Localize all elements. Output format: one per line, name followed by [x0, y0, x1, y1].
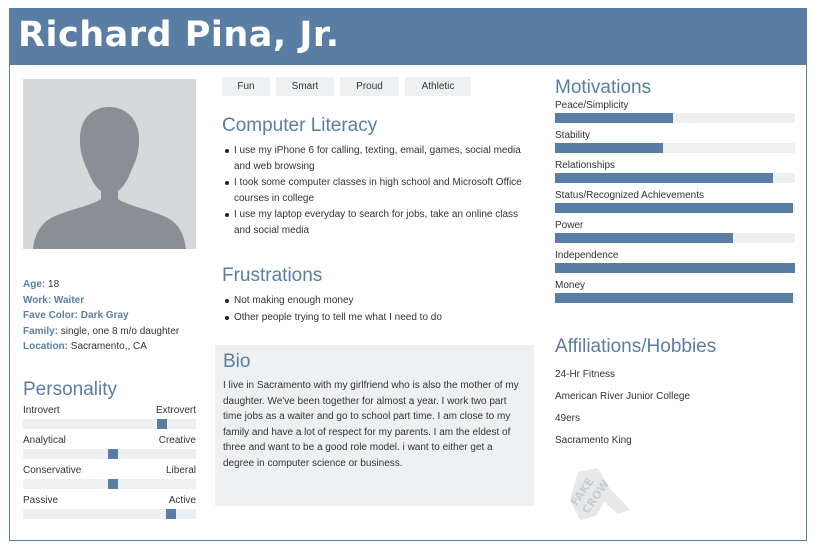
fact-row: Location: Sacramento,, CA — [23, 339, 179, 355]
affiliation-item: 49ers — [555, 413, 581, 424]
tag-chip: Proud — [340, 77, 399, 96]
fake-crow-logo: FAKE CROW — [558, 464, 633, 524]
header-bar: Richard Pina, Jr. — [10, 9, 806, 65]
motivation-bar-fill — [555, 293, 793, 303]
trait-left-label: Analytical — [23, 435, 66, 446]
fact-value: Sacramento,, CA — [68, 341, 147, 352]
motivation-bar-fill — [555, 173, 773, 183]
trait-slider-track — [23, 419, 196, 429]
fact-row: Family: single, one 8 m/o daughter — [23, 324, 179, 340]
crow-logo-icon: FAKE CROW — [568, 468, 630, 520]
frustration-item: Other people trying to tell me what I ne… — [222, 310, 534, 326]
motivation-bar-fill — [555, 233, 733, 243]
trait-row: Conservative Liberal — [23, 465, 196, 495]
trait-slider-knob — [166, 509, 176, 519]
avatar — [23, 79, 196, 249]
personality-title: Personality — [23, 379, 117, 400]
motivations-section: Motivations Peace/Simplicity Stability Rel… — [555, 77, 795, 310]
trait-left-label: Passive — [23, 495, 59, 506]
affiliations-section: Affiliations/Hobbies 24-Hr Fitness Americ… — [555, 336, 795, 452]
affiliation-item: 24-Hr Fitness — [555, 369, 616, 380]
trait-left-label: Introvert — [23, 405, 60, 416]
motivation-row: Peace/Simplicity — [555, 100, 795, 130]
fact-value: 18 — [45, 279, 60, 290]
fact-row: Age: 18 — [23, 277, 179, 293]
trait-slider-knob — [108, 449, 118, 459]
affiliation-item: Sacramento King — [555, 435, 632, 446]
trait-row: Introvert Extrovert — [23, 405, 196, 435]
computer-literacy-item: I took some computer classes in high sch… — [222, 175, 534, 206]
fact-row: Fave Color: Dark Gray — [23, 308, 179, 324]
trait-slider-knob — [157, 419, 167, 429]
motivation-row: Independence — [555, 250, 795, 280]
fact-row: Work: Waiter — [23, 293, 179, 309]
motivation-label: Power — [555, 220, 584, 231]
motivation-label: Status/Recognized Achievements — [555, 190, 704, 201]
fact-key: Age: — [23, 279, 46, 290]
personality-section: Personality Introvert Extrovert Analytical… — [23, 379, 196, 525]
motivation-label: Money — [555, 280, 586, 291]
motivation-row: Stability — [555, 130, 795, 160]
frustrations-list: Not making enough money Other people tryi… — [222, 293, 534, 325]
motivation-bar-fill — [555, 263, 795, 273]
tag-chip: Smart — [276, 77, 334, 96]
computer-literacy-section: Computer Literacy I use my iPhone 6 for … — [222, 115, 534, 239]
trait-slider-knob — [108, 479, 118, 489]
motivation-label: Relationships — [555, 160, 616, 171]
motivation-row: Money — [555, 280, 795, 310]
computer-literacy-list: I use my iPhone 6 for calling, texting, … — [222, 143, 534, 238]
computer-literacy-item: I use my laptop everyday to search for j… — [222, 207, 534, 238]
trait-right-label: Active — [168, 495, 196, 506]
computer-literacy-title: Computer Literacy — [222, 115, 378, 136]
trait-row: Passive Active — [23, 495, 196, 525]
motivation-label: Stability — [555, 130, 591, 141]
motivation-label: Independence — [555, 250, 619, 261]
affiliation-item: American River Junior College — [555, 391, 691, 402]
persona-name: Richard Pina, Jr. — [18, 15, 340, 55]
motivation-label: Peace/Simplicity — [555, 100, 629, 111]
fact-value: single, one 8 m/o daughter — [58, 325, 180, 337]
person-silhouette-icon — [23, 79, 196, 249]
frustration-item: Not making enough money — [222, 293, 534, 309]
frustrations-title: Frustrations — [222, 265, 323, 286]
motivation-row: Relationships — [555, 160, 795, 190]
motivation-row: Power — [555, 220, 795, 250]
trait-row: Analytical Creative — [23, 435, 196, 465]
fact-key: Location: — [23, 341, 68, 352]
motivation-bar-fill — [555, 113, 673, 123]
motivation-bar-fill — [555, 203, 793, 213]
tag-chip: Athletic — [405, 77, 471, 96]
motivations-title: Motivations — [555, 77, 652, 98]
fact-key: Family: — [23, 325, 59, 337]
trait-left-label: Conservative — [23, 465, 82, 476]
bio-panel: Bio I live in Sacramento with my girlfri… — [215, 345, 534, 506]
trait-right-label: Creative — [158, 435, 196, 446]
motivation-bar-fill — [555, 143, 663, 153]
persona-facts: Age: 18 Work: Waiter Fave Color: Dark Gray… — [23, 277, 179, 355]
trait-right-label: Extrovert — [155, 405, 196, 416]
motivation-row: Status/Recognized Achievements — [555, 190, 795, 220]
bio-text: I live in Sacramento with my girlfriend … — [223, 380, 519, 469]
persona-card: Richard Pina, Jr. Age: 18 Work: Waiter Fav… — [9, 8, 807, 541]
affiliations-title: Affiliations/Hobbies — [555, 336, 717, 357]
computer-literacy-item: I use my iPhone 6 for calling, texting, … — [222, 143, 534, 174]
bio-title: Bio — [223, 351, 251, 372]
frustrations-section: Frustrations Not making enough money Othe… — [222, 265, 534, 326]
fact-key: Work: Waiter — [23, 294, 85, 306]
tag-chip: Fun — [222, 77, 270, 96]
trait-right-label: Liberal — [165, 465, 196, 476]
fact-key: Fave Color: Dark Gray — [23, 310, 129, 321]
